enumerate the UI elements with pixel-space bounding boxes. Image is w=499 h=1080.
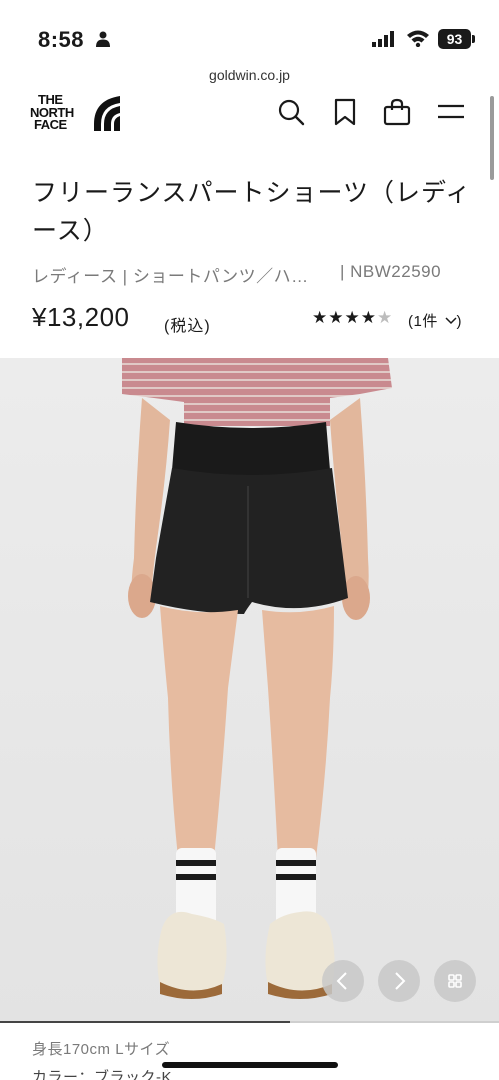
menu-icon[interactable] — [437, 98, 465, 126]
image-grid-button[interactable] — [434, 960, 476, 1002]
chevron-right-icon — [395, 972, 406, 990]
battery-icon: 93 — [438, 29, 471, 49]
status-bar: 8:58 93 — [0, 0, 499, 62]
product-category-link[interactable]: レディース | ショートパンツ／ハ… — [32, 267, 309, 286]
bookmark-icon[interactable] — [331, 98, 359, 126]
chevron-down-icon — [444, 317, 457, 325]
logo-line-face: FACE — [34, 117, 67, 132]
half-dome-logo-icon — [94, 96, 120, 131]
star-icon: ★ — [312, 308, 329, 327]
rating-stars[interactable]: ★★★★★ — [312, 308, 393, 328]
wifi-icon — [407, 30, 429, 47]
signal-icon — [372, 31, 394, 47]
url-bar[interactable]: goldwin.co.jp — [0, 62, 499, 94]
product-photo-illustration — [0, 358, 499, 1022]
logo-wordmark: THE NORTH FACE — [30, 93, 74, 132]
next-image-button[interactable] — [378, 960, 420, 1002]
prev-image-button[interactable] — [322, 960, 364, 1002]
review-count: (1件 — [408, 313, 438, 330]
model-number: | NBW22590 — [340, 262, 442, 281]
product-price: ¥13,200 — [32, 302, 130, 332]
grid-icon — [448, 974, 462, 988]
status-time: 8:58 — [38, 27, 85, 52]
product-title: フリーランスパートショーツ（レディース） — [32, 179, 472, 245]
the-north-face-logo[interactable]: THE NORTH FACE — [30, 93, 124, 134]
product-image[interactable] — [0, 358, 499, 1022]
battery-tip — [472, 35, 475, 43]
tax-label: (税込) — [164, 318, 211, 335]
image-progress-fill — [0, 1021, 290, 1023]
color-text: カラー：ブラック-K — [32, 1069, 173, 1080]
home-indicator[interactable] — [162, 1062, 338, 1068]
scrollbar[interactable] — [490, 96, 494, 180]
review-close-paren: ) — [456, 313, 463, 330]
model-size-text: 身長170cm Lサイズ — [32, 1041, 171, 1058]
product-meta: レディース | ショートパンツ／ハ… | NBW22590 — [32, 262, 472, 287]
site-header: THE NORTH FACE — [0, 93, 499, 134]
review-count-link[interactable]: (1件 ) — [408, 310, 462, 331]
star-empty-icon: ★ — [377, 308, 394, 327]
chevron-left-icon — [336, 972, 347, 990]
star-icon: ★ — [360, 308, 377, 327]
star-icon: ★ — [344, 308, 361, 327]
search-icon[interactable] — [277, 98, 305, 126]
bag-icon[interactable] — [383, 98, 411, 126]
person-icon — [96, 31, 110, 47]
star-icon: ★ — [328, 308, 345, 327]
